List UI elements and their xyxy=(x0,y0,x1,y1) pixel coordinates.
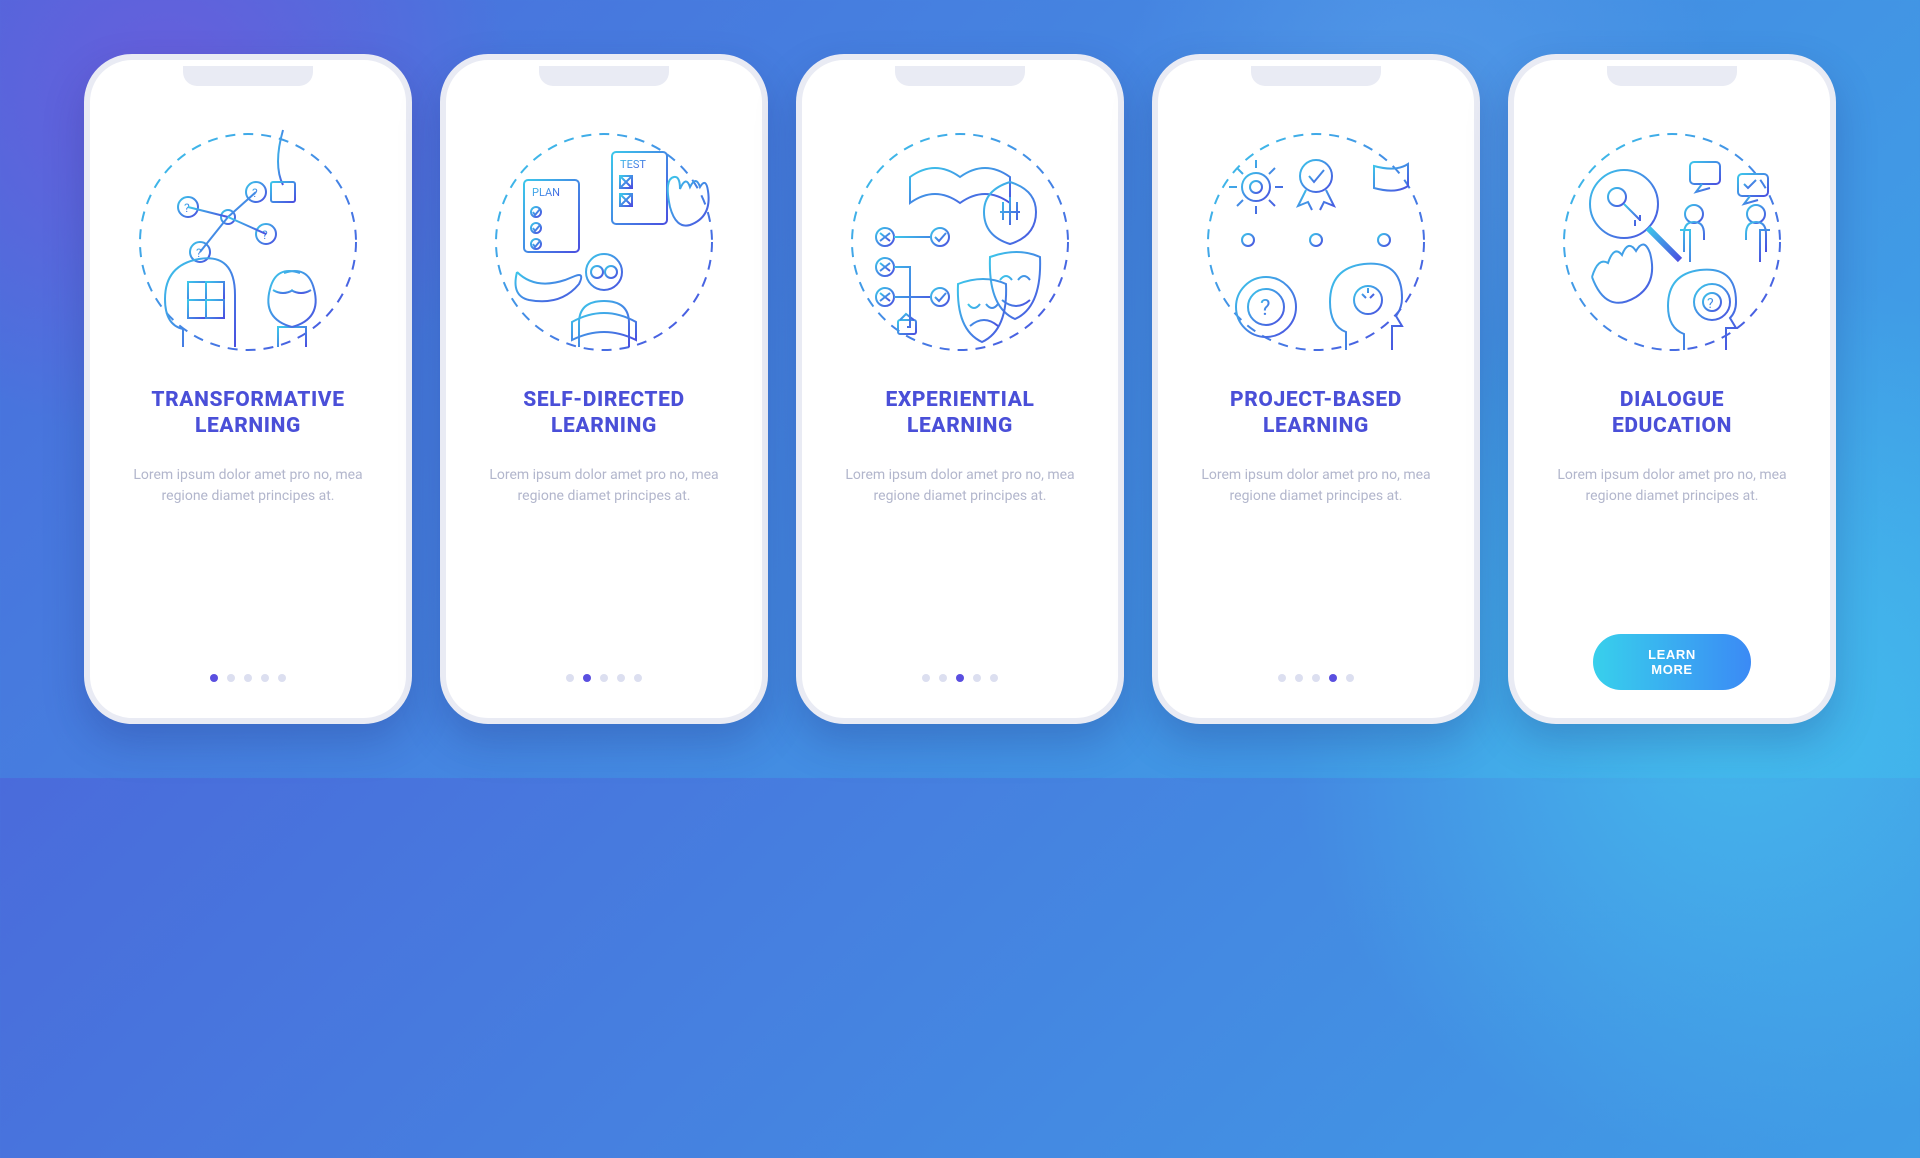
phone-row: ? ? ? ? xyxy=(0,0,1920,778)
dot[interactable] xyxy=(1312,674,1320,682)
dot[interactable] xyxy=(617,674,625,682)
page-indicator xyxy=(210,674,286,682)
card-description: Lorem ipsum dolor amet pro no, mea regio… xyxy=(1540,465,1804,507)
onboarding-card-2: PLAN TEST xyxy=(440,54,768,724)
dot[interactable] xyxy=(1278,674,1286,682)
card-title: PROJECT-BASED LEARNING xyxy=(1230,388,1402,439)
dot[interactable] xyxy=(227,674,235,682)
svg-text:PLAN: PLAN xyxy=(532,186,560,199)
dot[interactable] xyxy=(583,674,591,682)
dot[interactable] xyxy=(956,674,964,682)
onboarding-card-3: EXPERIENTIAL LEARNING Lorem ipsum dolor … xyxy=(796,54,1124,724)
illustration-transformative: ? ? ? ? xyxy=(128,122,368,362)
illustration-self-directed: PLAN TEST xyxy=(484,122,724,362)
card-title: EXPERIENTIAL LEARNING xyxy=(886,388,1035,439)
card-title: SELF-DIRECTED LEARNING xyxy=(523,388,685,439)
dot[interactable] xyxy=(973,674,981,682)
onboarding-card-1: ? ? ? ? xyxy=(84,54,412,724)
card-description: Lorem ipsum dolor amet pro no, mea regio… xyxy=(1184,465,1448,507)
dot[interactable] xyxy=(261,674,269,682)
illustration-experiential xyxy=(840,122,1080,362)
card-description: Lorem ipsum dolor amet pro no, mea regio… xyxy=(828,465,1092,507)
onboarding-card-4: ? PROJECT-BASED LEARNING Lorem ipsum dol… xyxy=(1152,54,1480,724)
svg-text:?: ? xyxy=(1260,296,1270,321)
illustration-project-based: ? xyxy=(1196,122,1436,362)
svg-text:?: ? xyxy=(1707,296,1714,312)
dot[interactable] xyxy=(210,674,218,682)
illustration-dialogue: ? xyxy=(1552,122,1792,362)
dot[interactable] xyxy=(1329,674,1337,682)
svg-text:?: ? xyxy=(262,228,268,242)
dot[interactable] xyxy=(1295,674,1303,682)
page-indicator xyxy=(566,674,642,682)
learn-more-button[interactable]: LEARN MORE xyxy=(1593,634,1751,690)
dot[interactable] xyxy=(634,674,642,682)
page-indicator xyxy=(1278,674,1354,682)
onboarding-card-5: ? DIALOGUE EDUCATION Lorem ipsum dolor a… xyxy=(1508,54,1836,724)
dot[interactable] xyxy=(939,674,947,682)
page-indicator xyxy=(922,674,998,682)
card-title: DIALOGUE EDUCATION xyxy=(1612,388,1732,439)
card-description: Lorem ipsum dolor amet pro no, mea regio… xyxy=(116,465,380,507)
card-description: Lorem ipsum dolor amet pro no, mea regio… xyxy=(472,465,736,507)
dot[interactable] xyxy=(990,674,998,682)
dot[interactable] xyxy=(600,674,608,682)
dot[interactable] xyxy=(244,674,252,682)
svg-text:TEST: TEST xyxy=(620,158,646,171)
dot[interactable] xyxy=(1346,674,1354,682)
dot[interactable] xyxy=(922,674,930,682)
card-title: TRANSFORMATIVE LEARNING xyxy=(151,388,344,439)
dot[interactable] xyxy=(278,674,286,682)
dot[interactable] xyxy=(566,674,574,682)
